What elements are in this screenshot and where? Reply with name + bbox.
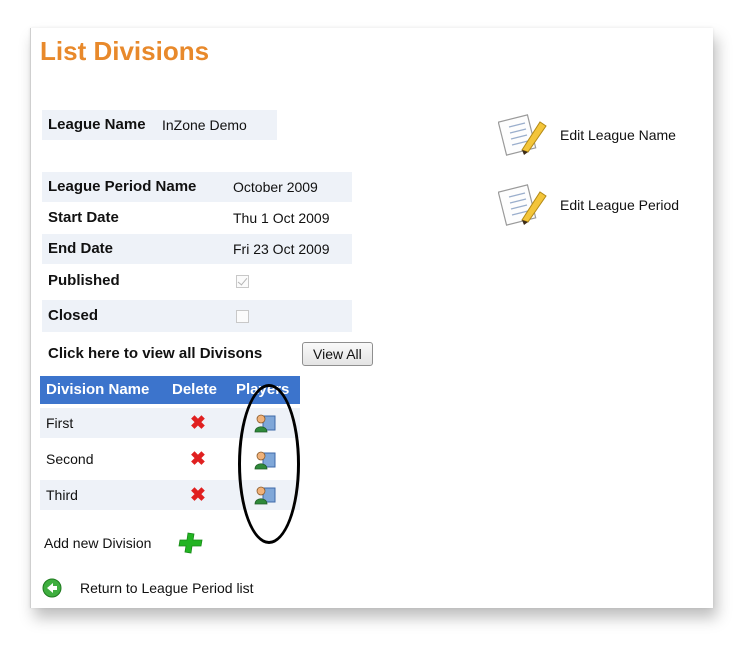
- edit-notepad-icon[interactable]: [498, 182, 550, 226]
- add-plus-icon[interactable]: [178, 532, 204, 554]
- delete-x-icon[interactable]: ✖: [190, 414, 206, 434]
- closed-label: Closed: [48, 307, 99, 324]
- column-header-delete: Delete: [172, 381, 218, 398]
- end-date-value: Fri 23 Oct 2009: [233, 241, 330, 257]
- edit-notepad-icon[interactable]: [498, 112, 550, 156]
- view-all-button[interactable]: View All: [302, 342, 373, 366]
- highlight-oval: [238, 384, 300, 544]
- edit-league-period-link[interactable]: Edit League Period: [560, 190, 679, 220]
- delete-x-icon[interactable]: ✖: [190, 486, 206, 506]
- division-name: First: [46, 415, 74, 431]
- view-all-prompt: Click here to view all Divisons: [48, 345, 263, 362]
- column-header-division-name: Division Name: [46, 381, 150, 398]
- return-link[interactable]: Return to League Period list: [80, 573, 254, 603]
- closed-checkbox[interactable]: [236, 310, 249, 323]
- start-date-label: Start Date: [48, 209, 119, 226]
- published-label: Published: [48, 272, 120, 289]
- end-date-label: End Date: [48, 240, 114, 257]
- division-name: Third: [46, 487, 78, 503]
- delete-x-icon[interactable]: ✖: [190, 450, 206, 470]
- edit-league-name-link[interactable]: Edit League Name: [560, 120, 676, 150]
- screenshot-stage: List Divisions League Name InZone Demo L…: [0, 0, 755, 654]
- period-name-label: League Period Name: [48, 178, 197, 195]
- period-name-value: October 2009: [233, 179, 318, 195]
- back-arrow-icon[interactable]: [42, 578, 62, 598]
- add-division-label[interactable]: Add new Division: [44, 528, 151, 558]
- page-title: List Divisions: [40, 36, 210, 66]
- start-date-value: Thu 1 Oct 2009: [233, 210, 330, 226]
- league-name-value: InZone Demo: [162, 117, 247, 133]
- published-checkbox[interactable]: [236, 275, 249, 288]
- league-name-label: League Name: [48, 116, 146, 133]
- division-name: Second: [46, 451, 94, 467]
